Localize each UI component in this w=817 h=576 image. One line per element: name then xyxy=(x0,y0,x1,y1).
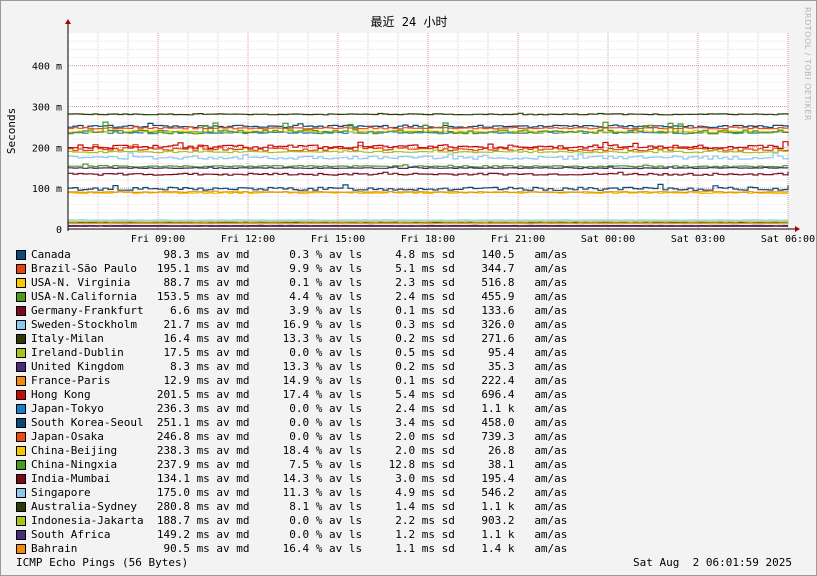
legend-swatch xyxy=(16,516,26,526)
legend-swatch xyxy=(16,502,26,512)
y-tick-label: 0 xyxy=(56,225,62,236)
legend-swatch xyxy=(16,418,26,428)
legend-text: Brazil-São Paulo 195.1 ms av md 9.9 % av… xyxy=(31,262,568,275)
x-axis-arrow xyxy=(795,226,800,232)
legend-swatch xyxy=(16,362,26,372)
legend-text: Japan-Osaka 246.8 ms av md 0.0 % av ls 2… xyxy=(31,430,568,443)
legend-swatch xyxy=(16,264,26,274)
x-tick-label: Fri 15:00 xyxy=(311,234,365,245)
legend-text: Sweden-Stockholm 21.7 ms av md 16.9 % av… xyxy=(31,318,568,331)
legend-text: China-Beijing 238.3 ms av md 18.4 % av l… xyxy=(31,444,568,457)
legend-swatch xyxy=(16,460,26,470)
legend-swatch xyxy=(16,250,26,260)
x-tick-label: Sat 03:00 xyxy=(671,234,725,245)
x-tick-label: Fri 18:00 xyxy=(401,234,455,245)
legend-text: Australia-Sydney 280.8 ms av md 8.1 % av… xyxy=(31,500,568,513)
legend-swatch xyxy=(16,446,26,456)
legend-swatch xyxy=(16,348,26,358)
legend-text: Japan-Tokyo 236.3 ms av md 0.0 % av ls 2… xyxy=(31,402,568,415)
legend-text: Canada 98.3 ms av md 0.3 % av ls 4.8 ms … xyxy=(31,248,568,261)
legend-swatch xyxy=(16,306,26,316)
legend-swatch xyxy=(16,404,26,414)
y-tick-label: 100 m xyxy=(32,184,62,195)
y-axis-label: Seconds xyxy=(5,108,18,154)
legend-text: Ireland-Dublin 17.5 ms av md 0.0 % av ls… xyxy=(31,346,568,359)
legend-text: China-Ningxia 237.9 ms av md 7.5 % av ls… xyxy=(31,458,568,471)
rrdtool-watermark: RRDTOOL / TOBI OETIKER xyxy=(803,7,812,122)
y-axis-arrow xyxy=(65,19,71,24)
legend-text: Singapore 175.0 ms av md 11.3 % av ls 4.… xyxy=(31,486,568,499)
legend-swatch xyxy=(16,390,26,400)
y-tick-label: 400 m xyxy=(32,62,62,73)
legend-text: France-Paris 12.9 ms av md 14.9 % av ls … xyxy=(31,374,568,387)
x-tick-label: Sat 06:00 xyxy=(761,234,815,245)
legend-swatch xyxy=(16,320,26,330)
graph-frame: 0 100 m 200 m 300 m 400 m Fri 09:00 Fri 12:00 F… xyxy=(0,0,817,576)
x-tick-label: Fri 09:00 xyxy=(131,234,185,245)
legend-swatch xyxy=(16,432,26,442)
legend-text: Hong Kong 201.5 ms av md 17.4 % av ls 5.… xyxy=(31,388,568,401)
legend-text: Bahrain 90.5 ms av md 16.4 % av ls 1.1 m… xyxy=(31,542,568,555)
legend-text: Indonesia-Jakarta 188.7 ms av md 0.0 % a… xyxy=(31,514,568,527)
legend-swatch xyxy=(16,334,26,344)
x-tick-label: Fri 21:00 xyxy=(491,234,545,245)
legend-swatch xyxy=(16,278,26,288)
legend-text: USA-N. Virginia 88.7 ms av md 0.1 % av l… xyxy=(31,276,568,289)
legend-text: Germany-Frankfurt 6.6 ms av md 3.9 % av … xyxy=(31,304,568,317)
legend-swatch xyxy=(16,530,26,540)
legend-text: Italy-Milan 16.4 ms av md 13.3 % av ls 0… xyxy=(31,332,568,345)
legend-text: India-Mumbai 134.1 ms av md 14.3 % av ls… xyxy=(31,472,568,485)
legend-swatch xyxy=(16,292,26,302)
legend-text: USA-N.California 153.5 ms av md 4.4 % av… xyxy=(31,290,568,303)
x-tick-label: Fri 12:00 xyxy=(221,234,275,245)
legend-swatch xyxy=(16,376,26,386)
legend-swatch xyxy=(16,544,26,554)
y-tick-label: 300 m xyxy=(32,103,62,114)
footer-timestamp: Sat Aug 2 06:01:59 2025 xyxy=(633,556,792,569)
footer-probe-label: ICMP Echo Pings (56 Bytes) xyxy=(16,556,189,569)
legend-text: South Africa 149.2 ms av md 0.0 % av ls … xyxy=(31,528,568,541)
legend-swatch xyxy=(16,488,26,498)
x-tick-label: Sat 00:00 xyxy=(581,234,635,245)
y-tick-label: 200 m xyxy=(32,143,62,154)
chart-title: 最近 24 小时 xyxy=(371,15,448,29)
legend-text: United Kingdom 8.3 ms av md 13.3 % av ls… xyxy=(31,360,568,373)
smokeping-chart: 0 100 m 200 m 300 m 400 m Fri 09:00 Fri 12:00 F… xyxy=(5,15,815,245)
legend-text: South Korea-Seoul 251.1 ms av md 0.0 % a… xyxy=(31,416,568,429)
legend-swatch xyxy=(16,474,26,484)
